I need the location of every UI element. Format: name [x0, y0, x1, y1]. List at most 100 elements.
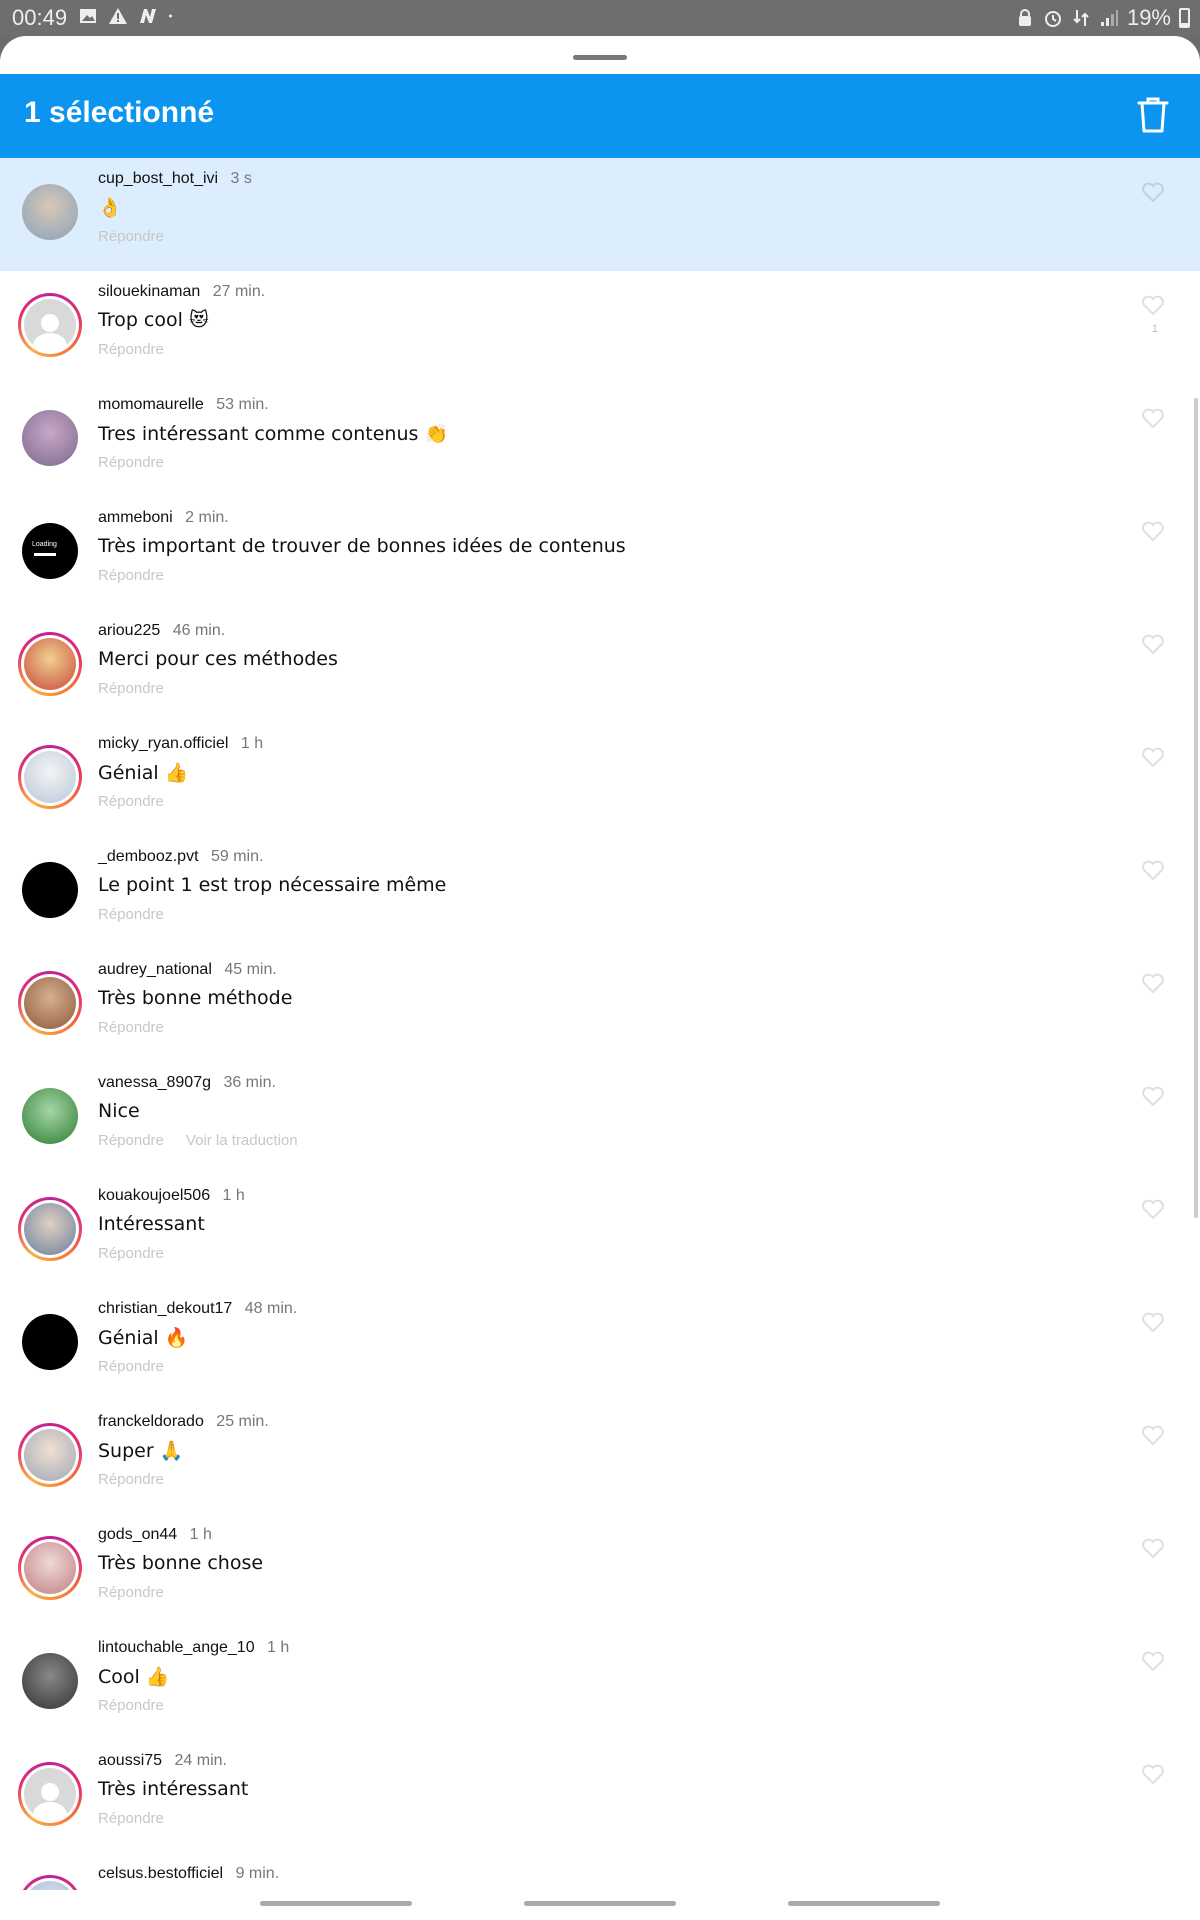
avatar[interactable] [18, 1762, 82, 1826]
reply-link[interactable]: Répondre [98, 228, 164, 245]
comment-username[interactable]: celsus.bestofficiel [98, 1865, 223, 1882]
avatar[interactable] [18, 1536, 82, 1600]
avatar[interactable] [18, 1197, 82, 1261]
comment-time: 1 h [222, 1187, 245, 1204]
comment-username[interactable]: cup_bost_hot_ivi [98, 170, 218, 187]
translate-link[interactable]: Voir la traduction [186, 1132, 298, 1149]
comment-actions: Répondre [98, 1471, 164, 1488]
avatar[interactable] [18, 971, 82, 1035]
comment-row[interactable]: gods_on44 1 h Très bonne chose Répondre [0, 1514, 1200, 1627]
comment-username[interactable]: christian_dekout17 [98, 1300, 232, 1317]
reply-link[interactable]: Répondre [98, 1245, 164, 1262]
heart-icon[interactable] [1142, 1312, 1164, 1332]
avatar[interactable] [18, 858, 82, 922]
heart-icon[interactable] [1142, 860, 1164, 880]
comment-row[interactable]: micky_ryan.officiel 1 h Génial 👍 Répondr… [0, 723, 1200, 836]
heart-icon[interactable] [1142, 1538, 1164, 1558]
comment-username[interactable]: micky_ryan.officiel [98, 735, 228, 752]
comment-row[interactable]: _dembooz.pvt 59 min. Le point 1 est trop… [0, 836, 1200, 949]
heart-icon[interactable] [1142, 1764, 1164, 1784]
comment-row[interactable]: kouakoujoel506 1 h Intéressant Répondre [0, 1175, 1200, 1288]
comment-time: 48 min. [244, 1300, 298, 1317]
comment-header: aoussi75 24 min. [98, 1752, 227, 1770]
comment-row[interactable]: lintouchable_ange_10 1 h Cool 👍 Répondre [0, 1627, 1200, 1740]
comment-row[interactable]: silouekinaman 27 min. Trop cool 😻 Répond… [0, 271, 1200, 384]
reply-link[interactable]: Répondre [98, 793, 164, 810]
comment-username[interactable]: aoussi75 [98, 1752, 162, 1769]
heart-icon[interactable] [1142, 1651, 1164, 1671]
comment-username[interactable]: lintouchable_ange_10 [98, 1639, 255, 1656]
reply-link[interactable]: Répondre [98, 567, 164, 584]
comment-header: momomaurelle 53 min. [98, 396, 269, 414]
comment-username[interactable]: momomaurelle [98, 396, 204, 413]
comment-username[interactable]: gods_on44 [98, 1526, 177, 1543]
comment-row[interactable]: celsus.bestofficiel 9 min. [0, 1853, 1200, 1920]
heart-icon[interactable] [1142, 634, 1164, 654]
comment-row[interactable]: cup_bost_hot_ivi 3 s 👌 Répondre [0, 158, 1200, 271]
comment-text: Cool 👍 [98, 1666, 170, 1688]
reply-link[interactable]: Répondre [98, 341, 164, 358]
comment-time: 1 h [267, 1639, 290, 1656]
comment-row[interactable]: christian_dekout17 48 min. Génial 🔥 Répo… [0, 1288, 1200, 1401]
reply-link[interactable]: Répondre [98, 1810, 164, 1827]
trash-icon[interactable] [1136, 96, 1170, 134]
avatar[interactable] [18, 1310, 82, 1374]
heart-icon[interactable] [1142, 747, 1164, 767]
comment-username[interactable]: kouakoujoel506 [98, 1187, 210, 1204]
reply-link[interactable]: Répondre [98, 1471, 164, 1488]
avatar[interactable] [18, 180, 82, 244]
avatar[interactable] [18, 1423, 82, 1487]
reply-link[interactable]: Répondre [98, 1019, 164, 1036]
heart-icon[interactable] [1142, 1425, 1164, 1445]
reply-link[interactable]: Répondre [98, 906, 164, 923]
heart-icon[interactable] [1142, 973, 1164, 993]
avatar[interactable] [18, 1084, 82, 1148]
comment-row[interactable]: vanessa_8907g 36 min. Nice Répondre Voir … [0, 1062, 1200, 1175]
sheet-drag-handle[interactable] [573, 55, 627, 60]
comment-username[interactable]: ariou225 [98, 622, 160, 639]
heart-icon[interactable] [1142, 408, 1164, 428]
reply-link[interactable]: Répondre [98, 454, 164, 471]
comment-row[interactable]: ariou225 46 min. Merci pour ces méthodes… [0, 610, 1200, 723]
reply-link[interactable]: Répondre [98, 1584, 164, 1601]
comment-header: lintouchable_ange_10 1 h [98, 1639, 289, 1657]
comment-username[interactable]: franckeldorado [98, 1413, 204, 1430]
comment-time: 59 min. [210, 848, 264, 865]
avatar[interactable] [18, 632, 82, 696]
comment-row[interactable]: audrey_national 45 min. Très bonne métho… [0, 949, 1200, 1062]
comment-username[interactable]: audrey_national [98, 961, 212, 978]
comment-row[interactable]: franckeldorado 25 min. Super 🙏 Répondre [0, 1401, 1200, 1514]
comment-header: cup_bost_hot_ivi 3 s [98, 170, 252, 188]
comment-row[interactable]: Loading ammeboni 2 min. Très important d… [0, 497, 1200, 610]
nav-home[interactable] [524, 1901, 676, 1906]
comment-username[interactable]: _dembooz.pvt [98, 848, 199, 865]
comment-username[interactable]: vanessa_8907g [98, 1074, 211, 1091]
data-arrows-icon [1073, 10, 1089, 26]
comment-text: Nice [98, 1100, 140, 1122]
heart-icon[interactable] [1142, 1086, 1164, 1106]
reply-link[interactable]: Répondre [98, 1358, 164, 1375]
avatar[interactable]: Loading [18, 519, 82, 583]
avatar[interactable] [18, 1649, 82, 1713]
heart-icon[interactable] [1142, 182, 1164, 202]
nav-back[interactable] [788, 1901, 940, 1906]
reply-link[interactable]: Répondre [98, 1132, 164, 1149]
avatar[interactable] [18, 745, 82, 809]
comment-text: Super 🙏 [98, 1440, 184, 1462]
avatar[interactable] [18, 293, 82, 357]
comment-row[interactable]: momomaurelle 53 min. Tres intéressant co… [0, 384, 1200, 497]
comment-row[interactable]: aoussi75 24 min. Très intéressant Répond… [0, 1740, 1200, 1853]
heart-icon[interactable] [1142, 521, 1164, 541]
heart-icon[interactable] [1142, 295, 1164, 315]
scrollbar[interactable] [1194, 398, 1198, 1218]
nav-recent-apps[interactable] [260, 1901, 412, 1906]
comment-username[interactable]: silouekinaman [98, 283, 200, 300]
heart-icon[interactable] [1142, 1199, 1164, 1219]
comment-header: celsus.bestofficiel 9 min. [98, 1865, 279, 1883]
reply-link[interactable]: Répondre [98, 680, 164, 697]
comment-actions: Répondre [98, 1019, 164, 1036]
comment-username[interactable]: ammeboni [98, 509, 173, 526]
reply-link[interactable]: Répondre [98, 1697, 164, 1714]
comment-list: cup_bost_hot_ivi 3 s 👌 Répondre siloueki… [0, 158, 1200, 1920]
avatar[interactable] [18, 406, 82, 470]
